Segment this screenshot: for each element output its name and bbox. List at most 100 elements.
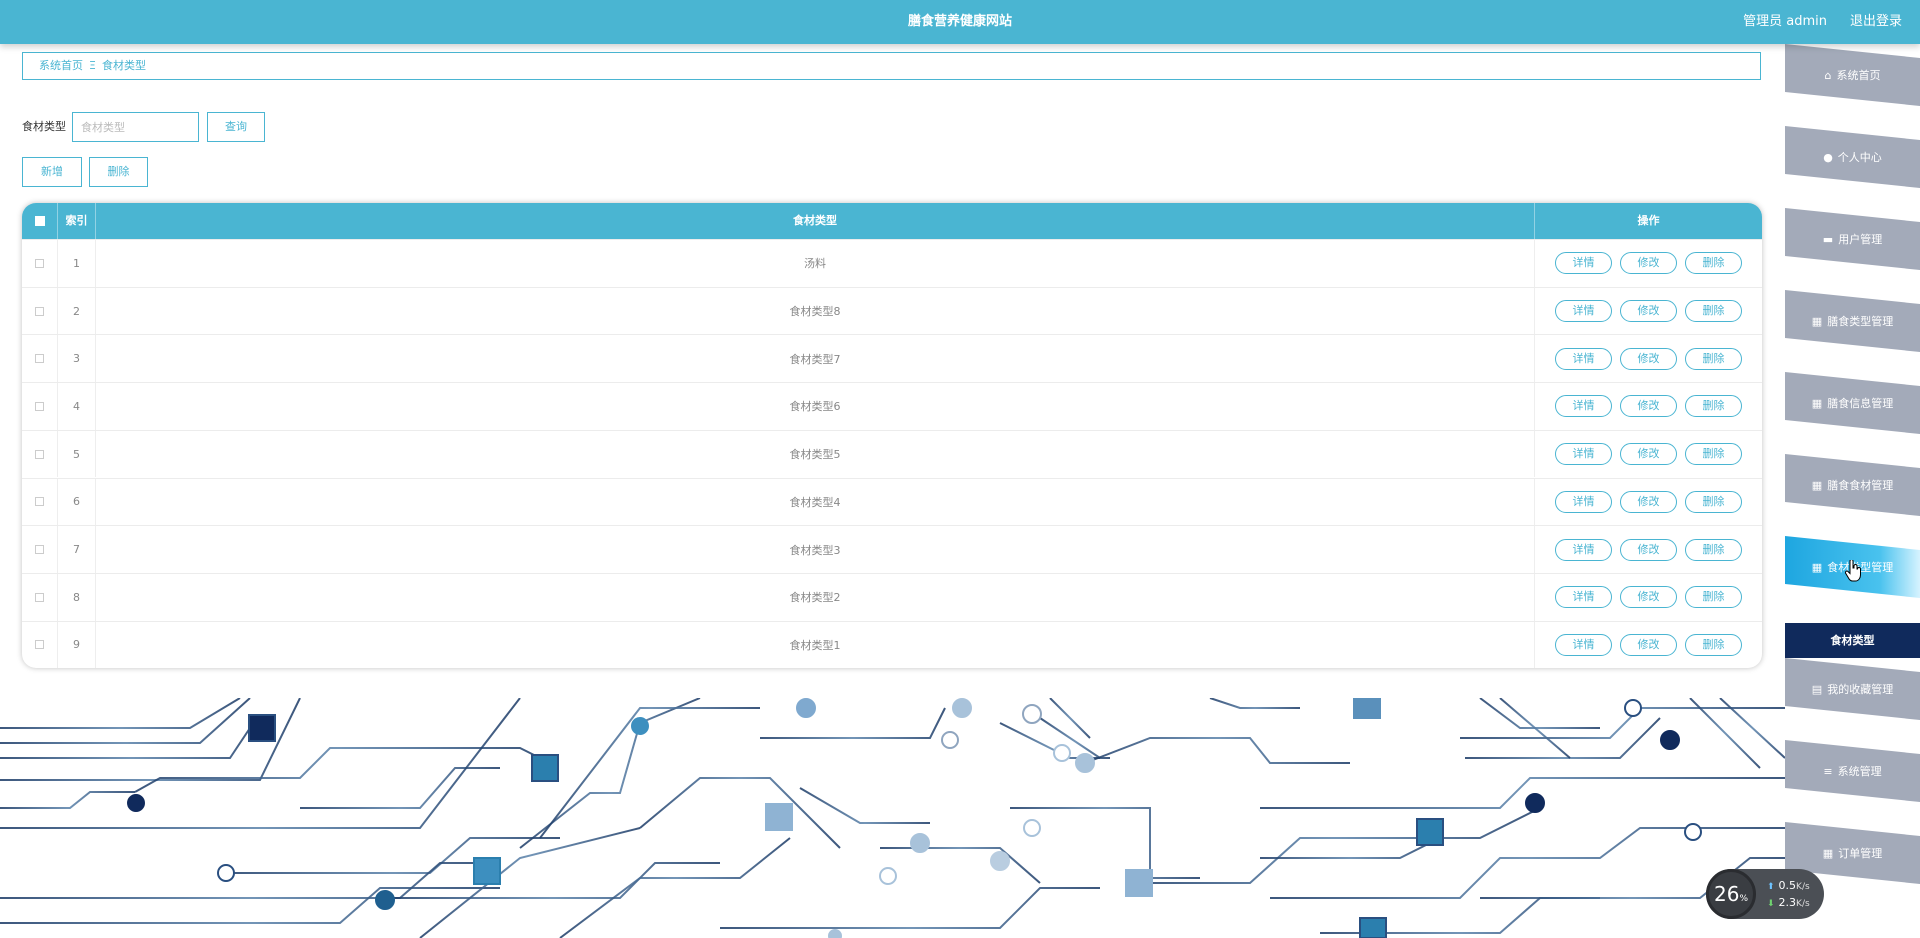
edit-button[interactable]: 修改 (1620, 443, 1677, 466)
row-index: 3 (58, 335, 96, 383)
table-row: 6 食材类型4 详情 修改 删除 (22, 477, 1762, 526)
row-checkbox-cell[interactable] (22, 383, 58, 430)
edit-button[interactable]: 修改 (1620, 538, 1677, 561)
sidebar-item-content: ▦ 膳食类型管理 (1785, 290, 1920, 352)
search-label: 食材类型 (22, 120, 66, 133)
row-checkbox-cell[interactable] (22, 240, 58, 287)
batch-delete-button[interactable]: 删除 (89, 157, 148, 187)
sidebar-item-6[interactable]: ▦ 膳食食材管理 (1785, 454, 1920, 516)
detail-button[interactable]: 详情 (1555, 586, 1612, 609)
breadcrumb-current: 食材类型 (101, 59, 146, 72)
row-checkbox[interactable] (35, 354, 44, 364)
edit-button[interactable]: 修改 (1620, 586, 1677, 609)
sidebar-item-8[interactable]: ▤ 我的收藏管理 (1785, 658, 1920, 720)
row-checkbox[interactable] (35, 449, 44, 459)
row-checkbox-cell[interactable] (22, 478, 58, 526)
row-name: 食材类型2 (96, 573, 1535, 621)
sidebar-item-4[interactable]: ▦ 膳食类型管理 (1785, 290, 1920, 352)
cpu-usage-percent: 26% (1706, 869, 1756, 924)
row-name: 食材类型1 (96, 621, 1535, 668)
table-icon: ▦ (1822, 846, 1834, 860)
data-table: 索引 食材类型 操作 1 汤料 详情 修改 删除 2 食材类型8 详情 修改 删除 3 食材类型7 详情… (22, 203, 1762, 668)
edit-button[interactable]: 修改 (1620, 633, 1677, 656)
delete-button[interactable]: 删除 (1685, 490, 1742, 513)
edit-button[interactable]: 修改 (1620, 252, 1677, 275)
row-checkbox-cell[interactable] (22, 573, 58, 621)
table-row: 4 食材类型6 详情 修改 删除 (22, 382, 1762, 430)
row-name: 食材类型7 (96, 335, 1535, 383)
delete-button[interactable]: 删除 (1685, 538, 1742, 561)
detail-button[interactable]: 详情 (1555, 490, 1612, 513)
sidebar-item-5[interactable]: ▦ 膳食信息管理 (1785, 372, 1920, 434)
row-checkbox[interactable] (35, 306, 44, 316)
row-ops: 详情 修改 删除 (1535, 240, 1762, 287)
breadcrumb-separator: Ξ (89, 59, 96, 72)
header-name: 食材类型 (96, 203, 1535, 239)
sidebar-item-content: ▤ 我的收藏管理 (1785, 658, 1920, 720)
breadcrumb-home-link[interactable]: 系统首页 (39, 59, 83, 72)
row-checkbox[interactable] (35, 545, 44, 555)
sidebar-item-label: 膳食类型管理 (1827, 315, 1894, 328)
network-speed-widget[interactable]: 26% ⬆ 0.5K/s ⬇ 2.3K/s (1706, 869, 1824, 919)
edit-button[interactable]: 修改 (1620, 490, 1677, 513)
row-name: 食材类型3 (96, 526, 1535, 573)
row-index: 5 (58, 430, 96, 478)
row-checkbox-cell[interactable] (22, 526, 58, 573)
detail-button[interactable]: 详情 (1555, 300, 1612, 323)
row-checkbox[interactable] (35, 640, 44, 650)
delete-button[interactable]: 删除 (1685, 300, 1742, 323)
delete-button[interactable]: 删除 (1685, 395, 1742, 418)
row-checkbox-cell[interactable] (22, 621, 58, 668)
detail-button[interactable]: 详情 (1555, 395, 1612, 418)
cpu-usage-unit: % (1739, 894, 1748, 904)
circuit-background (0, 698, 1785, 938)
search-input[interactable] (72, 112, 199, 142)
row-checkbox-cell[interactable] (22, 430, 58, 478)
sidebar-item-label: 膳食食材管理 (1827, 479, 1894, 492)
download-speed-unit: K/s (1796, 899, 1810, 909)
row-checkbox-cell[interactable] (22, 335, 58, 383)
upload-speed-unit: K/s (1796, 882, 1810, 892)
detail-button[interactable]: 详情 (1555, 252, 1612, 275)
edit-button[interactable]: 修改 (1620, 347, 1677, 370)
row-checkbox[interactable] (35, 401, 44, 411)
top-header: 膳食营养健康网站 管理员 admin 退出登录 (0, 0, 1920, 44)
row-ops: 详情 修改 删除 (1535, 574, 1762, 621)
sidebar-item-9[interactable]: ≡ 系统管理 (1785, 740, 1920, 802)
table-row: 8 食材类型2 详情 修改 删除 (22, 572, 1762, 621)
add-button[interactable]: 新增 (22, 157, 82, 187)
delete-button[interactable]: 删除 (1685, 586, 1742, 609)
row-checkbox-cell[interactable] (22, 287, 58, 335)
delete-button[interactable]: 删除 (1685, 347, 1742, 370)
clipboard-icon: ▤ (1811, 682, 1823, 696)
sidebar-subitem-ingredient-type[interactable]: 食材类型 (1785, 623, 1920, 658)
row-checkbox[interactable] (35, 497, 44, 507)
row-checkbox[interactable] (35, 592, 44, 602)
edit-button[interactable]: 修改 (1620, 395, 1677, 418)
detail-button[interactable]: 详情 (1555, 347, 1612, 370)
delete-button[interactable]: 删除 (1685, 633, 1742, 656)
delete-button[interactable]: 删除 (1685, 443, 1742, 466)
header-ops: 操作 (1637, 214, 1660, 227)
detail-button[interactable]: 详情 (1555, 538, 1612, 561)
sidebar-item-label: 我的收藏管理 (1827, 683, 1894, 696)
delete-button[interactable]: 删除 (1685, 252, 1742, 275)
sidebar-item-content: ≡ 系统管理 (1785, 740, 1920, 802)
row-index: 7 (58, 526, 96, 573)
sidebar-item-7[interactable]: ▦食材类型管理 (1785, 536, 1920, 598)
sidebar-item-1[interactable]: ⌂ 系统首页 (1785, 44, 1920, 106)
query-button[interactable]: 查询 (207, 112, 265, 142)
row-ops: 详情 修改 删除 (1535, 383, 1762, 430)
select-all-checkbox[interactable] (34, 216, 45, 226)
logout-link[interactable]: 退出登录 (1850, 0, 1902, 44)
row-checkbox[interactable] (35, 258, 44, 268)
detail-button[interactable]: 详情 (1555, 443, 1612, 466)
edit-button[interactable]: 修改 (1620, 300, 1677, 323)
sidebar-item-3[interactable]: ▬ 用户管理 (1785, 208, 1920, 270)
detail-button[interactable]: 详情 (1555, 633, 1612, 656)
site-title: 膳食营养健康网站 (907, 14, 1012, 29)
sidebar-item-label: 系统首页 (1836, 69, 1881, 82)
header-select-all[interactable] (22, 203, 58, 239)
row-index: 9 (58, 621, 96, 668)
sidebar-item-2[interactable]: ● 个人中心 (1785, 126, 1920, 188)
